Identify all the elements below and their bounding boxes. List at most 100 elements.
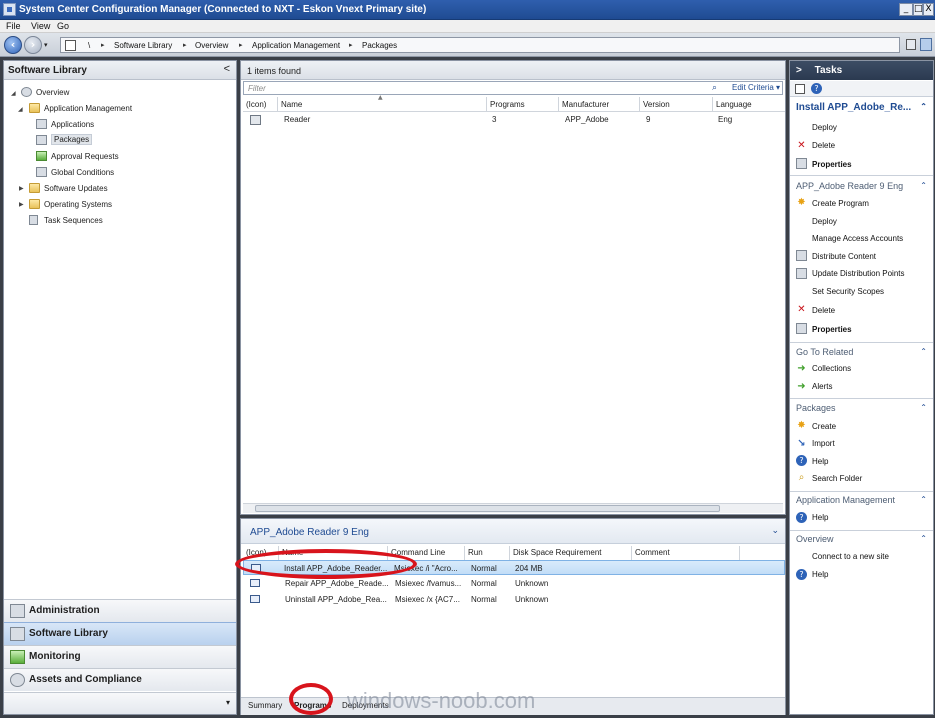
column-header-run[interactable]: Run xyxy=(465,546,510,560)
tree-item-application-management[interactable]: Application Management xyxy=(29,102,179,117)
column-header-programs[interactable]: Programs xyxy=(487,97,559,112)
task-deploy[interactable]: Deploy xyxy=(812,123,837,132)
section-collapse-icon[interactable]: ⌃ xyxy=(920,102,927,111)
breadcrumb-root[interactable]: \ xyxy=(88,41,90,50)
menu-view[interactable]: View xyxy=(31,21,50,31)
column-header-version[interactable]: Version xyxy=(640,97,713,112)
close-button[interactable]: X xyxy=(923,3,934,16)
breadcrumb-separator-icon: ▸ xyxy=(101,41,105,49)
section-collapse-icon[interactable]: ⌃ xyxy=(920,495,927,504)
cell-disk-space: Unknown xyxy=(515,579,549,588)
tab-summary[interactable]: Summary xyxy=(248,701,282,710)
task-collections[interactable]: Collections xyxy=(812,364,851,373)
folder-icon xyxy=(29,103,40,113)
task-help[interactable]: Help xyxy=(812,457,828,466)
task-import[interactable]: Import xyxy=(812,439,835,448)
column-header-language[interactable]: Language xyxy=(713,97,785,112)
program-row[interactable]: Uninstall APP_Adobe_Rea... Msiexec /x {A… xyxy=(243,592,785,607)
section-collapse-icon[interactable]: ⌃ xyxy=(920,534,927,543)
collapsed-arrow-icon[interactable]: ▶ xyxy=(19,185,24,192)
tree-item-packages[interactable]: Packages xyxy=(36,134,186,149)
task-create[interactable]: Create xyxy=(812,422,836,431)
task-deploy-package[interactable]: Deploy xyxy=(812,217,837,226)
tree-item-applications[interactable]: Applications xyxy=(36,118,186,133)
tree-item-approval-requests[interactable]: Approval Requests xyxy=(36,150,186,165)
workspace-software-library[interactable]: Software Library xyxy=(4,622,236,645)
cell-disk-space: Unknown xyxy=(515,595,549,604)
cell-programs: 3 xyxy=(492,115,497,124)
properties-toolbar-icon[interactable] xyxy=(795,84,805,94)
section-collapse-icon[interactable]: ⌃ xyxy=(920,347,927,356)
address-dropdown-icon[interactable] xyxy=(906,39,916,50)
workspace-assets-and-compliance[interactable]: Assets and Compliance xyxy=(4,668,236,691)
annotation-ellipse xyxy=(289,683,333,715)
workspace-overflow[interactable]: ▾ xyxy=(4,692,236,714)
collapsed-arrow-icon[interactable]: ▶ xyxy=(19,201,24,208)
workspace-monitoring[interactable]: Monitoring xyxy=(4,645,236,668)
assets-and-compliance-icon xyxy=(10,673,25,687)
workspace-administration[interactable]: Administration xyxy=(4,599,236,622)
tree-item-software-updates[interactable]: Software Updates xyxy=(29,182,179,197)
scrollbar-thumb[interactable] xyxy=(255,505,720,512)
task-delete-package[interactable]: Delete xyxy=(812,306,835,315)
window-title-bar: System Center Configuration Manager (Con… xyxy=(0,0,935,20)
maximize-button[interactable]: □ xyxy=(913,3,923,16)
task-distribute-content[interactable]: Distribute Content xyxy=(812,252,876,261)
menu-go[interactable]: Go xyxy=(57,21,69,31)
section-package-title: APP_Adobe Reader 9 Eng ⌃ xyxy=(796,181,927,191)
tree-item-operating-systems[interactable]: Operating Systems xyxy=(29,198,179,213)
watermark: windows-noob.com xyxy=(347,688,536,713)
task-alerts[interactable]: Alerts xyxy=(812,382,832,391)
horizontal-scrollbar[interactable] xyxy=(243,503,783,513)
task-connect-to-new-site[interactable]: Connect to a new site xyxy=(812,552,889,561)
breadcrumb-software-library[interactable]: Software Library xyxy=(114,41,172,50)
back-button[interactable]: ‹ xyxy=(4,36,22,54)
section-collapse-icon[interactable]: ⌃ xyxy=(920,403,927,412)
navigation-pane-title: Software Library xyxy=(8,65,87,76)
column-header-icon[interactable]: (Icon) xyxy=(243,97,278,112)
tree-item-overview[interactable]: Overview xyxy=(21,86,171,101)
column-header-manufacturer[interactable]: Manufacturer xyxy=(559,97,640,112)
task-delete[interactable]: Delete xyxy=(812,141,835,150)
expand-arrow-icon[interactable]: ◢ xyxy=(18,106,23,113)
forward-button[interactable]: › xyxy=(24,36,42,54)
column-header-comment[interactable]: Comment xyxy=(632,546,740,560)
nav-dropdown-icon[interactable]: ▾ xyxy=(44,41,48,49)
section-overview: Overview ⌃ xyxy=(796,534,927,544)
section-collapse-icon[interactable]: ⌃ xyxy=(920,181,927,190)
breadcrumb-overview[interactable]: Overview xyxy=(195,41,228,50)
task-help[interactable]: Help xyxy=(812,570,828,579)
expand-tasks-icon[interactable]: > xyxy=(796,65,802,76)
cell-command-line: Msiexec /x {AC7... xyxy=(395,595,460,604)
workspace-menu-icon[interactable]: ▾ xyxy=(226,698,230,707)
expand-arrow-icon[interactable]: ◢ xyxy=(11,90,16,97)
menu-file[interactable]: File xyxy=(6,21,21,31)
task-help[interactable]: Help xyxy=(812,513,828,522)
task-update-distribution-points[interactable]: Update Distribution Points xyxy=(812,269,905,278)
task-properties[interactable]: Properties xyxy=(812,160,852,169)
address-field[interactable]: \ ▸ Software Library ▸ Overview ▸ Applic… xyxy=(60,37,900,53)
tasks-header: > Tasks xyxy=(790,61,933,80)
refresh-icon[interactable] xyxy=(920,38,932,51)
task-manage-access-accounts[interactable]: Manage Access Accounts xyxy=(812,234,903,243)
filter-box[interactable]: Filter ⌕ Edit Criteria ▾ xyxy=(243,81,783,95)
help-icon[interactable]: ? xyxy=(811,83,822,94)
collapse-pane-button[interactable]: < xyxy=(224,63,230,75)
breadcrumb-application-management[interactable]: Application Management xyxy=(252,41,340,50)
administration-icon xyxy=(10,604,25,618)
green-arrow-icon: ➜ xyxy=(797,381,806,392)
edit-criteria-button[interactable]: Edit Criteria ▾ xyxy=(732,83,780,92)
task-search-folder[interactable]: Search Folder xyxy=(812,474,862,483)
table-row[interactable]: Reader 3 APP_Adobe 9 Eng xyxy=(243,113,783,127)
tree-item-task-sequences[interactable]: Task Sequences xyxy=(29,214,179,229)
task-package-properties[interactable]: Properties xyxy=(812,325,852,334)
column-header-disk-space[interactable]: Disk Space Requirement xyxy=(510,546,632,560)
tree-item-global-conditions[interactable]: Global Conditions xyxy=(36,166,186,181)
collapse-details-icon[interactable]: ⌄ xyxy=(771,526,779,536)
task-create-program[interactable]: Create Program xyxy=(812,199,869,208)
search-icon[interactable]: ⌕ xyxy=(712,83,717,93)
task-set-security-scopes[interactable]: Set Security Scopes xyxy=(812,287,884,296)
minimize-button[interactable]: _ xyxy=(899,3,913,16)
section-program-title: Install APP_Adobe_Re... ⌃ xyxy=(796,102,927,113)
breadcrumb-packages[interactable]: Packages xyxy=(362,41,397,50)
